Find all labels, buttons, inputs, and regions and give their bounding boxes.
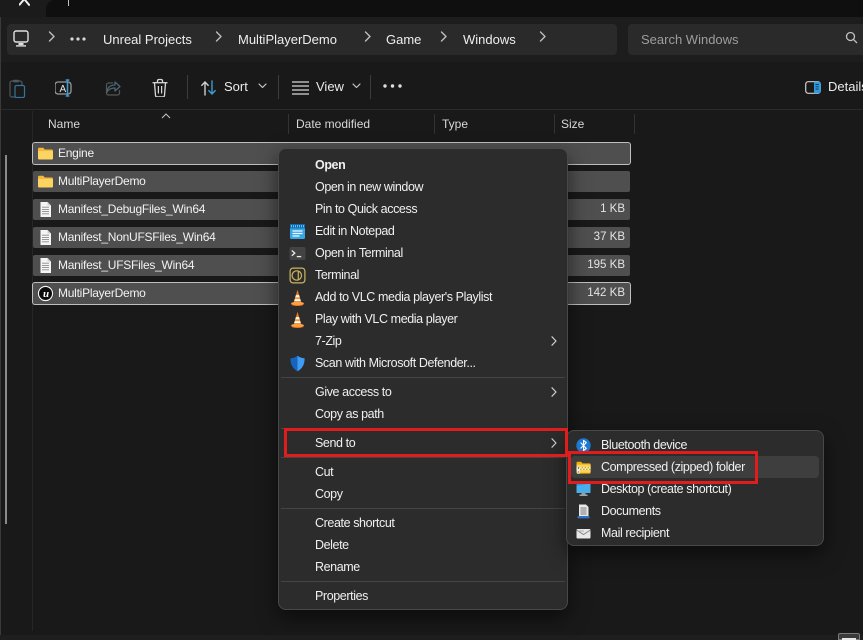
svg-text:u: u xyxy=(43,288,49,300)
svg-text:A: A xyxy=(60,84,67,95)
